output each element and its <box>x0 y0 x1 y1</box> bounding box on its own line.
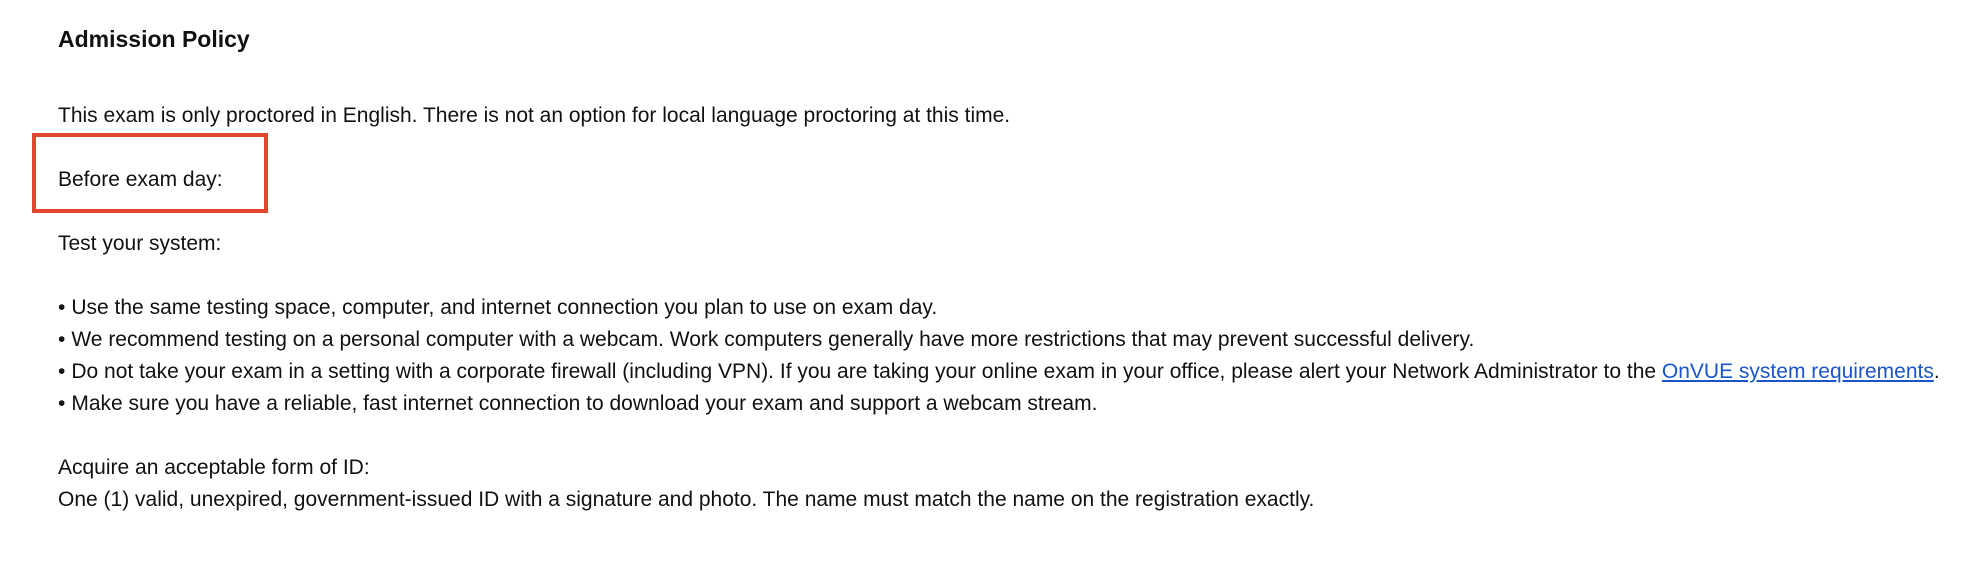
bullet-text: Do not take your exam in a setting with … <box>71 360 1662 383</box>
bullet-mark: • <box>58 392 66 415</box>
system-checklist: • Use the same testing space, computer, a… <box>58 292 1958 420</box>
bullet-mark: • <box>58 360 66 383</box>
admission-policy-section: Admission Policy This exam is only proct… <box>32 20 1958 516</box>
list-item: • Make sure you have a reliable, fast int… <box>58 388 1958 420</box>
policy-heading: Admission Policy <box>58 26 250 52</box>
bullet-text: Make sure you have a reliable, fast inte… <box>71 392 1098 415</box>
id-label: Acquire an acceptable form of ID: <box>58 456 370 479</box>
list-item: • Use the same testing space, computer, a… <box>58 292 1958 324</box>
bullet-text: Use the same testing space, computer, an… <box>71 296 938 319</box>
before-exam-block: Before exam day: <box>32 133 1958 213</box>
onvue-requirements-link[interactable]: OnVUE system requirements <box>1662 360 1934 383</box>
list-item-firewall: • Do not take your exam in a setting with… <box>58 356 1958 388</box>
language-notice: This exam is only proctored in English. … <box>58 104 1011 127</box>
bullet-text: We recommend testing on a personal compu… <box>71 328 1475 351</box>
id-requirement-text: One (1) valid, unexpired, government-iss… <box>58 488 1315 511</box>
list-item: • We recommend testing on a personal comp… <box>58 324 1958 356</box>
bullet-mark: • <box>58 328 66 351</box>
test-system-label: Test your system: <box>58 232 222 255</box>
bullet-period: . <box>1933 360 1940 383</box>
before-exam-label: Before exam day: <box>58 168 223 191</box>
bullet-mark: • <box>58 296 66 319</box>
